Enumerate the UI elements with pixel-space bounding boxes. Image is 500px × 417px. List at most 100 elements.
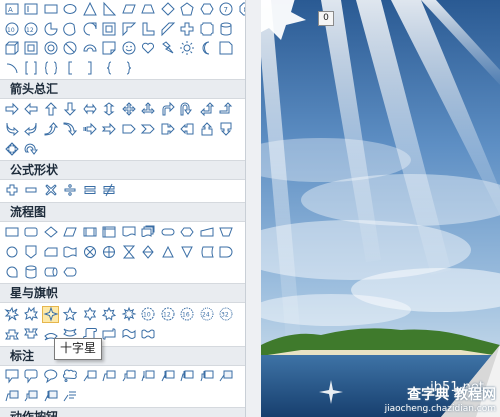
pane-splitter[interactable]	[246, 0, 261, 417]
right-bracket-shape-icon[interactable]	[81, 60, 98, 77]
trapezoid-shape-icon[interactable]	[140, 1, 157, 18]
line-callout-border-shape-icon[interactable]	[218, 368, 235, 385]
flowchart-sequential-access-storage-shape-icon[interactable]	[3, 264, 20, 281]
up-arrow-callout-shape-icon[interactable]	[198, 121, 215, 138]
curved-up-arrow-shape-icon[interactable]	[42, 121, 59, 138]
flowchart-manual-input-shape-icon[interactable]	[198, 224, 215, 241]
24-point-star-shape-icon[interactable]: 24	[198, 306, 215, 323]
hexagon-shape-icon[interactable]	[198, 1, 215, 18]
vertical-textbox-shape-icon[interactable]	[23, 1, 40, 18]
left-arrow-callout-shape-icon[interactable]	[179, 121, 196, 138]
line-callout-2-shape-icon[interactable]	[101, 368, 118, 385]
right-brace-shape-icon[interactable]	[120, 60, 137, 77]
explosion-1-shape-icon[interactable]	[3, 306, 20, 323]
double-wave-shape-icon[interactable]	[140, 326, 157, 343]
up-arrow-shape-icon[interactable]	[42, 101, 59, 118]
flowchart-summing-junction-shape-icon[interactable]	[81, 244, 98, 261]
chord-shape-icon[interactable]	[62, 21, 79, 38]
flowchart-document-shape-icon[interactable]	[120, 224, 137, 241]
octagon-shape-icon[interactable]: 8	[237, 1, 245, 18]
left-right-arrow-shape-icon[interactable]	[81, 101, 98, 118]
flowchart-multidocument-shape-icon[interactable]	[140, 224, 157, 241]
down-arrow-shape-icon[interactable]	[62, 101, 79, 118]
flowchart-extract-shape-icon[interactable]	[159, 244, 176, 261]
u-turn-arrow-shape-icon[interactable]	[179, 101, 196, 118]
flowchart-punched-tape-shape-icon[interactable]	[62, 244, 79, 261]
snip-rectangle-shape-icon[interactable]	[218, 40, 235, 57]
curved-down-arrow-shape-icon[interactable]	[62, 121, 79, 138]
oval-callout-shape-icon[interactable]	[42, 368, 59, 385]
flowchart-process-shape-icon[interactable]	[3, 224, 20, 241]
5-point-star-shape-icon[interactable]	[62, 306, 79, 323]
bent-up-arrow-shape-icon[interactable]	[218, 101, 235, 118]
no-symbol-shape-icon[interactable]	[62, 40, 79, 57]
down-ribbon-shape-icon[interactable]	[23, 326, 40, 343]
left-right-up-arrow-shape-icon[interactable]	[140, 101, 157, 118]
double-brace-shape-icon[interactable]	[42, 60, 59, 77]
10-point-star-shape-icon[interactable]: 10	[140, 306, 157, 323]
cube-shape-icon[interactable]	[3, 40, 20, 57]
flowchart-predefined-process-shape-icon[interactable]	[81, 224, 98, 241]
triangle-shape-icon[interactable]	[81, 1, 98, 18]
wave-shape-icon[interactable]	[120, 326, 137, 343]
parallelogram-shape-icon[interactable]	[120, 1, 137, 18]
diamond-shape-icon[interactable]	[159, 1, 176, 18]
up-ribbon-shape-icon[interactable]	[3, 326, 20, 343]
6-point-star-shape-icon[interactable]	[81, 306, 98, 323]
8-point-star-shape-icon[interactable]	[120, 306, 137, 323]
right-triangle-shape-icon[interactable]	[101, 1, 118, 18]
l-shape-icon[interactable]	[140, 21, 157, 38]
bent-arrow-shape-icon[interactable]	[159, 101, 176, 118]
line-callout-accent-1-shape-icon[interactable]	[159, 368, 176, 385]
divide-shape-icon[interactable]	[62, 182, 79, 199]
line-callout-accent-2-shape-icon[interactable]	[179, 368, 196, 385]
rectangle-shape-icon[interactable]	[42, 1, 59, 18]
flowchart-terminator-shape-icon[interactable]	[159, 224, 176, 241]
textbox-shape-icon[interactable]: A	[3, 1, 20, 18]
quad-arrow-shape-icon[interactable]	[120, 101, 137, 118]
32-point-star-shape-icon[interactable]: 32	[218, 306, 235, 323]
flowchart-off-page-connector-shape-icon[interactable]	[23, 244, 40, 261]
flowchart-connector-shape-icon[interactable]	[3, 244, 20, 261]
slide-canvas[interactable]	[261, 0, 500, 417]
flowchart-magnetic-disk-shape-icon[interactable]	[23, 264, 40, 281]
moon-shape-icon[interactable]	[198, 40, 215, 57]
can-shape-icon[interactable]	[218, 21, 235, 38]
decagon-shape-icon[interactable]: 10	[3, 21, 20, 38]
flowchart-merge-shape-icon[interactable]	[179, 244, 196, 261]
flowchart-delay-shape-icon[interactable]	[218, 244, 235, 261]
plus-shape-icon[interactable]	[3, 182, 20, 199]
flowchart-preparation-shape-icon[interactable]	[179, 224, 196, 241]
up-down-arrow-shape-icon[interactable]	[101, 101, 118, 118]
curved-left-arrow-shape-icon[interactable]	[23, 121, 40, 138]
four-point-star-sparkle[interactable]	[317, 378, 345, 406]
flowchart-manual-operation-shape-icon[interactable]	[218, 224, 235, 241]
striped-right-arrow-shape-icon[interactable]	[81, 121, 98, 138]
diagonal-stripe-shape-icon[interactable]	[159, 21, 176, 38]
heptagon-shape-icon[interactable]: 7	[218, 1, 235, 18]
half-frame-shape-icon[interactable]	[120, 21, 137, 38]
line-callout-1-shape-icon[interactable]	[81, 368, 98, 385]
cross-shape-icon[interactable]	[179, 21, 196, 38]
flowchart-display-shape-icon[interactable]	[62, 264, 79, 281]
quad-arrow-callout-shape-icon[interactable]	[3, 141, 20, 158]
line-callout-no-border-shape-icon[interactable]	[62, 388, 79, 405]
line-callout-border-4-shape-icon[interactable]	[42, 388, 59, 405]
multiply-shape-icon[interactable]	[42, 182, 59, 199]
down-arrow-callout-shape-icon[interactable]	[218, 121, 235, 138]
rounded-rectangular-callout-shape-icon[interactable]	[23, 368, 40, 385]
right-arrow-callout-shape-icon[interactable]	[159, 121, 176, 138]
line-callout-accent-3-shape-icon[interactable]	[198, 368, 215, 385]
flowchart-direct-access-storage-shape-icon[interactable]	[42, 264, 59, 281]
teardrop-shape-icon[interactable]	[81, 21, 98, 38]
flowchart-collate-shape-icon[interactable]	[120, 244, 137, 261]
12-point-star-shape-icon[interactable]: 12	[159, 306, 176, 323]
flowchart-decision-shape-icon[interactable]	[42, 224, 59, 241]
left-up-arrow-shape-icon[interactable]	[198, 101, 215, 118]
flowchart-alternate-process-shape-icon[interactable]	[23, 224, 40, 241]
line-callout-border-3-shape-icon[interactable]	[23, 388, 40, 405]
horizontal-scroll-shape-icon[interactable]	[101, 326, 118, 343]
smiley-face-shape-icon[interactable]	[120, 40, 137, 57]
frame-shape-icon[interactable]	[101, 21, 118, 38]
donut-shape-icon[interactable]	[42, 40, 59, 57]
